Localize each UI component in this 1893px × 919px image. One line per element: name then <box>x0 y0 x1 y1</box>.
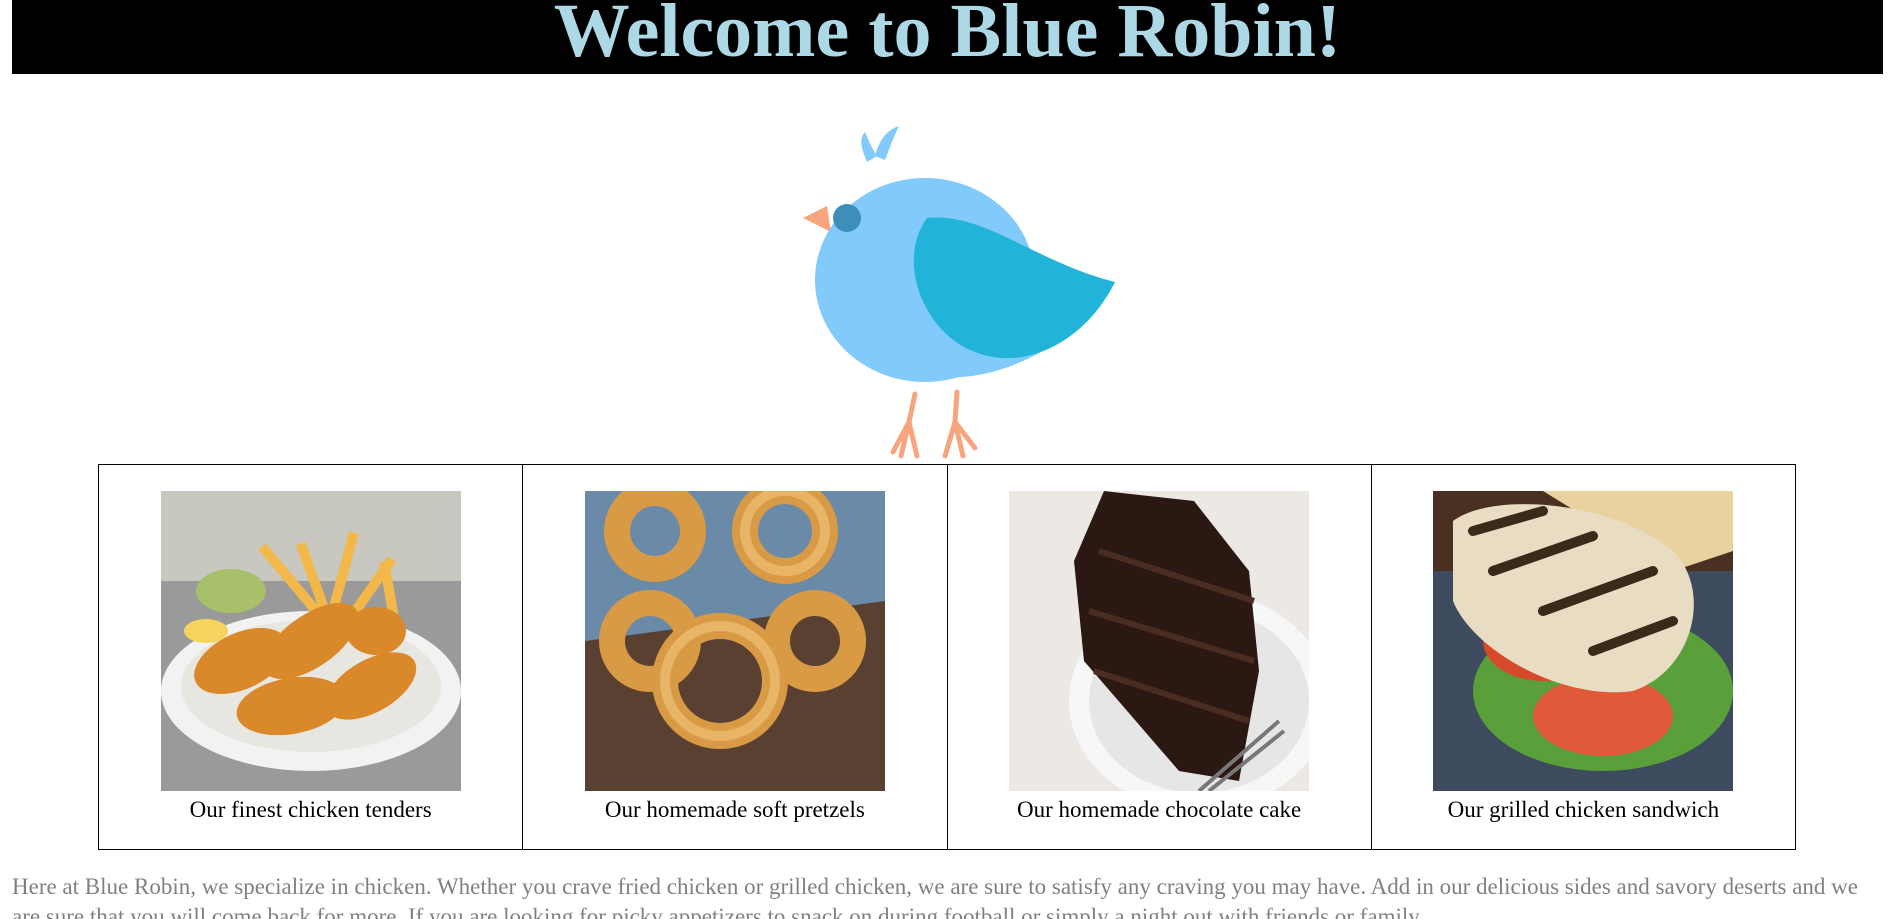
menu-item-chocolate-cake: Our homemade chocolate cake <box>946 464 1372 850</box>
menu-item-caption: Our homemade soft pretzels <box>604 797 865 822</box>
menu-item-caption: Our finest chicken tenders <box>189 797 432 822</box>
intro-paragraph: Here at Blue Robin, we specialize in chi… <box>12 874 1858 919</box>
menu-item-grilled-chicken-sandwich: Our grilled chicken sandwich <box>1370 464 1797 850</box>
menu-item-chicken-tenders: Our finest chicken tenders <box>97 464 524 850</box>
soft-pretzels-photo <box>584 491 885 791</box>
menu-item-caption: Our homemade chocolate cake <box>1017 797 1302 822</box>
page-title: Welcome to Blue Robin! <box>553 0 1342 73</box>
chicken-tenders-photo <box>160 491 461 791</box>
menu-showcase-table: Our finest chicken tenders Our homemade <box>97 464 1797 850</box>
menu-item-caption: Our grilled chicken sandwich <box>1447 797 1720 822</box>
blue-robin-bird-icon <box>803 126 1115 459</box>
menu-item-soft-pretzels: Our homemade soft pretzels <box>522 464 948 850</box>
grilled-chicken-sandwich-photo <box>1433 491 1734 791</box>
chocolate-cake-photo <box>1009 491 1310 791</box>
header-banner: Welcome to Blue Robin! <box>12 0 1883 74</box>
